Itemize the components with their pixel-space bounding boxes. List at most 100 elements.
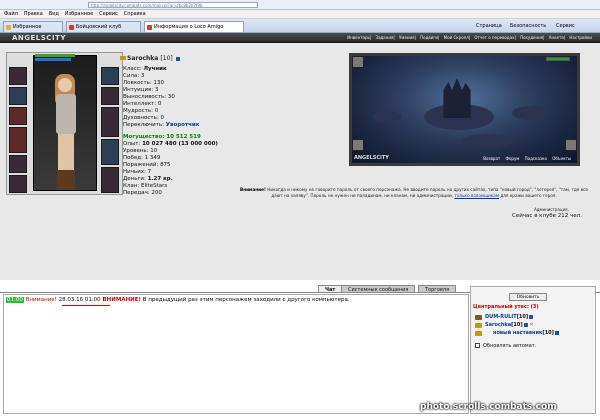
chat-window[interactable]: 01:00 Внимание! 28.03.16 01:00 ВНИМАНИЕ!…	[3, 294, 469, 414]
progress-row: Уровень: 10	[123, 148, 158, 154]
user-item[interactable]: DUM-RULIT[10]	[485, 314, 534, 320]
nav-weightloss[interactable]: Похудения	[520, 35, 543, 40]
security-notice: Внимание! Никогда и никому не говорите п…	[240, 187, 588, 198]
watermark: photo.scrolls.combats.com	[420, 402, 557, 412]
scene-corner	[565, 139, 577, 151]
user-icon	[475, 331, 482, 336]
auto-refresh-toggle[interactable]: Обновлять автомат.	[475, 343, 536, 349]
forum-link[interactable]: Форум	[506, 156, 520, 161]
objects-link[interactable]: Объекты	[552, 156, 571, 161]
nav-skills[interactable]: Умения	[399, 35, 415, 40]
info-icon[interactable]	[529, 314, 534, 319]
refresh-button[interactable]: Обновить	[509, 293, 547, 301]
info-icon[interactable]	[523, 322, 528, 327]
helmet-slot[interactable]	[9, 67, 27, 85]
browser-tabbar: Избранное Бойцовский клуб Информация о L…	[0, 19, 600, 33]
annotation-underline	[62, 305, 110, 306]
nav-transfers[interactable]: Отчет о переводах	[474, 35, 514, 40]
tab-fight-club[interactable]: Бойцовский клуб	[66, 21, 141, 32]
scene-hp-indicator	[546, 57, 570, 61]
game-logo: ANGELSCITY	[12, 34, 66, 42]
stat-row: Интеллект: 0	[123, 101, 162, 107]
stat-row: Ловкость: 130	[123, 80, 165, 86]
checkbox[interactable]	[475, 343, 480, 348]
ring-slot[interactable]	[101, 87, 119, 105]
return-link[interactable]: Возврат	[483, 156, 500, 161]
user-item[interactable]: Sarochka[10] ✕	[485, 322, 534, 328]
stat-row: Духовность: 0	[123, 115, 164, 121]
weapon-slot[interactable]	[9, 107, 27, 125]
progress-row: Побед: 1 349	[123, 155, 161, 161]
amulet-slot[interactable]	[9, 87, 27, 105]
room-title: Центральный утес: (3)	[473, 304, 539, 310]
toolbar-tools[interactable]: Сервис	[556, 22, 575, 30]
browser-menubar: Файл Правка Вид Избранное Сервис Справка	[0, 10, 600, 19]
stat-row: Интуиция: 3	[123, 87, 159, 93]
swords-icon: ✕	[529, 322, 534, 328]
site-icon	[69, 25, 74, 30]
gloves-slot[interactable]	[101, 107, 119, 137]
nav-inventory[interactable]: Инвентарь	[347, 35, 370, 40]
progress-row: Деньги: 1.27 кр.	[123, 176, 173, 182]
toolbar-security[interactable]: Безопасность	[510, 22, 546, 30]
menu-help[interactable]: Справка	[124, 10, 146, 19]
progress-row: Поражений: 875	[123, 162, 171, 168]
hackers-link[interactable]: только взломщикам	[454, 193, 499, 198]
nav-feats[interactable]: Подвиги	[420, 35, 438, 40]
scene-corner	[352, 56, 364, 68]
site-icon	[147, 25, 152, 30]
stat-row: Мудрость: 0	[123, 108, 159, 114]
castle-image	[443, 78, 471, 118]
boots-slot[interactable]	[9, 175, 27, 193]
chat-message: 01:00 Внимание! 28.03.16 01:00 ВНИМАНИЕ!…	[6, 297, 350, 303]
location-scene[interactable]: ANGELSCITY Возврат Форум Подсказка Объек…	[349, 53, 580, 166]
user-item[interactable]: новый наставник[10]	[493, 330, 559, 336]
stat-row: Переключить: Уворотчик	[123, 122, 200, 128]
tab-favorites[interactable]: Избранное	[3, 21, 63, 32]
earring-slot[interactable]	[101, 67, 119, 85]
menu-favorites[interactable]: Избранное	[65, 10, 93, 19]
hp-bar	[35, 54, 75, 57]
menu-tools[interactable]: Сервис	[99, 10, 118, 19]
game-header: ANGELSCITY Инвентарь| Задания| Умения| П…	[0, 33, 600, 43]
belt-slot[interactable]	[9, 155, 27, 173]
character-equipment-panel	[6, 52, 123, 195]
info-icon[interactable]	[554, 330, 559, 335]
room-users-panel: Обновить Центральный утес: (3) DUM-RULIT…	[470, 286, 596, 414]
scene-menu: Возврат Форум Подсказка Объекты	[479, 156, 571, 161]
address-bar: http://angelscity.combats.com/main.pl?ar…	[0, 0, 600, 10]
mana-bar	[35, 58, 71, 61]
notice-signature: Администрация.	[534, 207, 569, 212]
power-value: Могущество: 10 512 519	[123, 134, 201, 140]
armor-slot[interactable]	[9, 127, 27, 153]
nav-settings[interactable]: Настройки	[569, 35, 592, 40]
online-count: Сейчас в клубе 212 чел.	[512, 213, 582, 219]
url-field[interactable]: http://angelscity.combats.com/main.pl?ar…	[88, 2, 258, 8]
toolbar-page[interactable]: Страница	[476, 22, 502, 30]
info-icon[interactable]	[175, 56, 180, 61]
nav-profile[interactable]: Анкета	[549, 35, 564, 40]
clan-icon	[120, 56, 126, 60]
user-icon	[475, 315, 482, 320]
menu-view[interactable]: Вид	[49, 10, 59, 19]
message-time[interactable]: 01:00	[6, 297, 24, 303]
star-icon	[6, 25, 11, 30]
game-nav: Инвентарь| Задания| Умения| Подвиги| Мой…	[347, 35, 592, 40]
stat-row: Сила: 3	[123, 73, 145, 79]
shield-slot[interactable]	[101, 139, 119, 165]
tab-info[interactable]: Информация о Loco Amigo	[144, 21, 244, 32]
stat-row: Класс: Лучник	[123, 66, 167, 72]
progress-row: Ничьих: 7	[123, 169, 152, 175]
stat-row: Выносливость: 30	[123, 94, 175, 100]
character-portrait	[33, 55, 97, 191]
hint-link[interactable]: Подсказка	[525, 156, 547, 161]
character-name[interactable]: Sarochka [10]	[120, 55, 180, 62]
scene-logo: ANGELSCITY	[354, 155, 389, 161]
scene-corner	[352, 139, 364, 151]
nav-quests[interactable]: Задания	[376, 35, 394, 40]
nav-scroll[interactable]: Мой Скролл	[444, 35, 469, 40]
switch-build-link[interactable]: Уворотчик	[166, 122, 200, 128]
leggings-slot[interactable]	[101, 167, 119, 193]
menu-file[interactable]: Файл	[4, 10, 18, 19]
menu-edit[interactable]: Правка	[24, 10, 43, 19]
